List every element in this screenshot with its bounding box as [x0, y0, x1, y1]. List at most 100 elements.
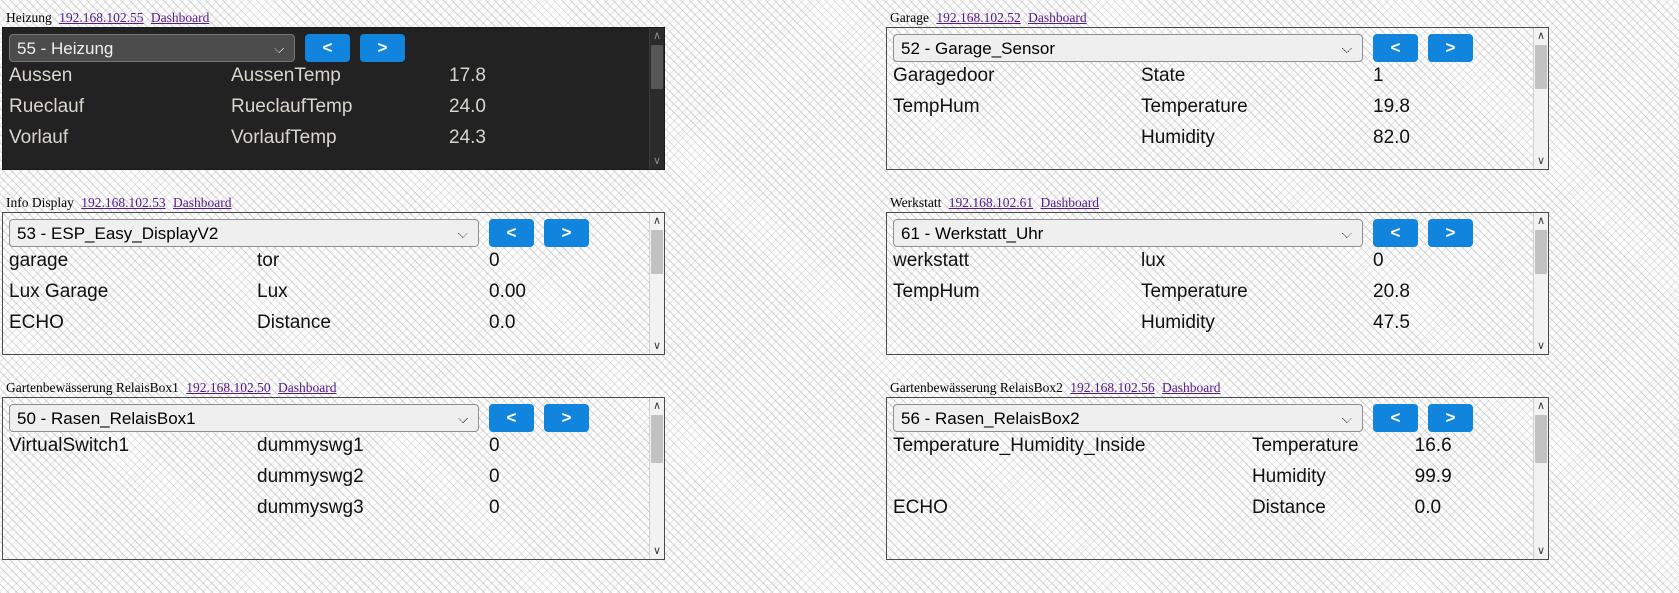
table-row: werkstatt lux 0	[893, 250, 1533, 281]
row-value: 0	[489, 497, 500, 518]
device-select[interactable]: 52 - Garage_Sensor	[893, 34, 1363, 62]
device-select[interactable]: 50 - Rasen_RelaisBox1	[9, 404, 479, 432]
panel-scrollbar[interactable]: ∧ ∨	[1533, 28, 1548, 169]
panel-title: Garage	[890, 10, 929, 25]
prev-device-button[interactable]: <	[1373, 219, 1418, 247]
device-ip-link[interactable]: 192.168.102.56	[1070, 380, 1154, 395]
dashboard-link[interactable]: Dashboard	[151, 10, 209, 25]
row-name: dummyswg2	[257, 466, 364, 487]
dashboard-link[interactable]: Dashboard	[1028, 10, 1086, 25]
device-select[interactable]: 55 - Heizung	[9, 34, 295, 62]
panel-scrollbar[interactable]: ∧ ∨	[1533, 213, 1548, 354]
device-ip-link[interactable]: 192.168.102.53	[81, 195, 165, 210]
prev-device-button[interactable]: <	[305, 34, 350, 62]
scrollbar-thumb[interactable]	[651, 415, 663, 463]
scroll-down-icon[interactable]: ∨	[1534, 153, 1548, 169]
scroll-up-icon[interactable]: ∧	[650, 398, 664, 414]
row-value: 99.9	[1414, 466, 1452, 487]
table-row: ECHO Distance 0.0	[9, 312, 649, 343]
panel-scrollbar[interactable]: ∧ ∨	[649, 213, 664, 354]
table-row: Aussen AussenTemp 17.8	[9, 65, 649, 96]
panel-scrollbar[interactable]: ∧ ∨	[649, 28, 664, 169]
row-name: Distance	[1251, 497, 1326, 518]
prev-device-button[interactable]: <	[489, 219, 534, 247]
table-row: Vorlauf VorlaufTemp 24.3	[9, 127, 649, 158]
row-value: 20.8	[1373, 281, 1410, 302]
scroll-down-icon[interactable]: ∨	[650, 153, 664, 169]
scroll-up-icon[interactable]: ∧	[1534, 213, 1548, 229]
device-ip-link[interactable]: 192.168.102.50	[186, 380, 270, 395]
scroll-up-icon[interactable]: ∧	[1534, 398, 1548, 414]
scroll-up-icon[interactable]: ∧	[1534, 28, 1548, 44]
panel-content: 53 - ESP_Easy_DisplayV2 < > garage tor 0…	[3, 213, 649, 354]
prev-device-button[interactable]: <	[1373, 404, 1418, 432]
panel-caption: Heizung 192.168.102.55 Dashboard	[2, 10, 665, 25]
next-device-button[interactable]: >	[360, 34, 405, 62]
panel-title: Werkstatt	[890, 195, 942, 210]
scrollbar-thumb[interactable]	[651, 45, 663, 89]
device-select[interactable]: 56 - Rasen_RelaisBox2	[893, 404, 1363, 432]
dashboard-link[interactable]: Dashboard	[1162, 380, 1220, 395]
device-panel-relaisbox2: Gartenbewässerung RelaisBox2 192.168.102…	[886, 380, 1549, 560]
dashboard-link[interactable]: Dashboard	[173, 195, 231, 210]
scrollbar-thumb[interactable]	[1535, 415, 1547, 463]
prev-device-button[interactable]: <	[1373, 34, 1418, 62]
panel-caption: Info Display 192.168.102.53 Dashboard	[2, 195, 665, 210]
scroll-down-icon[interactable]: ∨	[1534, 543, 1548, 559]
panel-scrollbar[interactable]: ∧ ∨	[1533, 398, 1548, 559]
panel-content: 52 - Garage_Sensor < > Garagedoor State …	[887, 28, 1533, 169]
row-value: 0	[1373, 250, 1384, 271]
table-row: Temperature_Humidity_Inside Temperature …	[893, 435, 1533, 466]
panel-frame: 55 - Heizung < > Aussen AussenTemp 17.8 …	[2, 27, 665, 170]
device-control-row: 55 - Heizung < >	[9, 34, 649, 62]
table-row: VirtualSwitch1 dummyswg1 0	[9, 435, 649, 466]
table-row: Garagedoor State 1	[893, 65, 1533, 96]
row-name: Humidity	[1251, 466, 1326, 487]
device-panel-info-display: Info Display 192.168.102.53 Dashboard 53…	[2, 195, 665, 355]
row-name: lux	[1141, 250, 1166, 271]
device-panel-heizung: Heizung 192.168.102.55 Dashboard 55 - He…	[2, 10, 665, 170]
next-device-button[interactable]: >	[1428, 219, 1473, 247]
device-panel-relaisbox1: Gartenbewässerung RelaisBox1 192.168.102…	[2, 380, 665, 560]
scroll-up-icon[interactable]: ∧	[650, 213, 664, 229]
table-row: Humidity 99.9	[893, 466, 1533, 497]
row-task: Temperature_Humidity_Inside	[893, 435, 1146, 456]
panel-frame: 61 - Werkstatt_Uhr < > werkstatt lux 0 T…	[886, 212, 1549, 355]
device-ip-link[interactable]: 192.168.102.52	[936, 10, 1020, 25]
row-value: 0	[489, 250, 500, 271]
row-value: 1	[1373, 65, 1384, 86]
dashboard-link[interactable]: Dashboard	[1041, 195, 1099, 210]
panel-scrollbar[interactable]: ∧ ∨	[649, 398, 664, 559]
prev-device-button[interactable]: <	[489, 404, 534, 432]
dashboard-link[interactable]: Dashboard	[278, 380, 336, 395]
panel-caption: Gartenbewässerung RelaisBox2 192.168.102…	[886, 380, 1549, 395]
panel-title: Heizung	[6, 10, 52, 25]
table-row: TempHum Temperature 20.8	[893, 281, 1533, 312]
row-value: 0.00	[489, 281, 526, 302]
next-device-button[interactable]: >	[544, 219, 589, 247]
next-device-button[interactable]: >	[544, 404, 589, 432]
scrollbar-thumb[interactable]	[651, 230, 663, 274]
row-task: Garagedoor	[893, 65, 995, 86]
next-device-button[interactable]: >	[1428, 34, 1473, 62]
panel-frame: 50 - Rasen_RelaisBox1 < > VirtualSwitch1…	[2, 397, 665, 560]
scrollbar-thumb[interactable]	[1535, 230, 1547, 274]
row-name: Temperature	[1251, 435, 1359, 456]
device-select[interactable]: 53 - ESP_Easy_DisplayV2	[9, 219, 479, 247]
row-name: Lux	[257, 281, 288, 302]
row-task: TempHum	[893, 96, 980, 117]
device-select[interactable]: 61 - Werkstatt_Uhr	[893, 219, 1363, 247]
scroll-down-icon[interactable]: ∨	[1534, 338, 1548, 354]
panel-content: 55 - Heizung < > Aussen AussenTemp 17.8 …	[3, 28, 649, 169]
row-value: 82.0	[1373, 127, 1410, 148]
device-ip-link[interactable]: 192.168.102.55	[59, 10, 143, 25]
panel-content: 50 - Rasen_RelaisBox1 < > VirtualSwitch1…	[3, 398, 649, 559]
row-value: 0.0	[1414, 497, 1442, 518]
panel-frame: 52 - Garage_Sensor < > Garagedoor State …	[886, 27, 1549, 170]
device-ip-link[interactable]: 192.168.102.61	[949, 195, 1033, 210]
scroll-down-icon[interactable]: ∨	[650, 338, 664, 354]
next-device-button[interactable]: >	[1428, 404, 1473, 432]
scroll-up-icon[interactable]: ∧	[650, 28, 664, 44]
scrollbar-thumb[interactable]	[1535, 45, 1547, 89]
scroll-down-icon[interactable]: ∨	[650, 543, 664, 559]
